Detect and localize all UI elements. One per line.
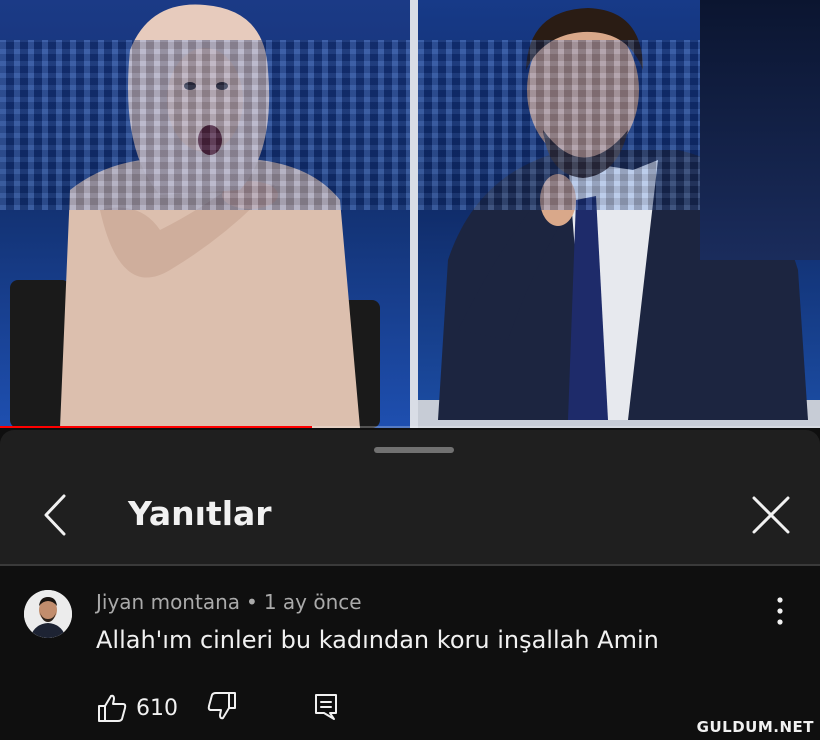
sheet-header: Yanıtlar xyxy=(0,470,820,562)
comment-meta: Jiyan montana • 1 ay önce xyxy=(96,590,362,614)
watermark: GULDUM.NET xyxy=(696,718,814,736)
chevron-left-icon xyxy=(44,494,66,536)
reply-icon xyxy=(315,694,337,720)
like-button[interactable]: 610 xyxy=(96,690,178,726)
comment-text: Allah'ım cinleri bu kadından koru inşall… xyxy=(96,626,659,654)
avatar-image xyxy=(24,590,72,638)
back-button[interactable] xyxy=(36,492,76,538)
drag-handle[interactable] xyxy=(374,447,454,453)
sheet-title: Yanıtlar xyxy=(128,494,272,533)
video-progress-bar[interactable] xyxy=(0,426,820,428)
close-icon xyxy=(752,496,790,534)
video-player[interactable] xyxy=(0,0,820,428)
more-options-button[interactable] xyxy=(766,594,794,628)
dislike-button[interactable] xyxy=(206,690,242,726)
split-divider xyxy=(410,0,418,428)
more-vert-icon xyxy=(777,597,783,625)
video-left-panel xyxy=(0,0,410,428)
video-right-panel xyxy=(418,0,820,428)
close-button[interactable] xyxy=(748,492,794,538)
reply-button[interactable] xyxy=(310,690,346,726)
comment-author[interactable]: Jiyan montana xyxy=(96,590,240,614)
comment-actions: 610 xyxy=(96,690,696,726)
video-progress-fill xyxy=(0,426,312,428)
studio-pillar xyxy=(700,0,820,260)
studio-background xyxy=(0,40,410,210)
replies-sheet: Yanıtlar Jiyan montana • 1 ay önce Allah'ı… xyxy=(0,430,820,740)
meta-separator: • xyxy=(246,590,258,614)
comment-time: 1 ay önce xyxy=(263,590,362,614)
comment-item: Jiyan montana • 1 ay önce Allah'ım cinleri… xyxy=(0,566,820,740)
thumb-up-icon xyxy=(98,694,127,722)
thumb-down-icon xyxy=(207,692,236,720)
like-count: 610 xyxy=(136,695,178,721)
avatar[interactable] xyxy=(24,590,72,638)
